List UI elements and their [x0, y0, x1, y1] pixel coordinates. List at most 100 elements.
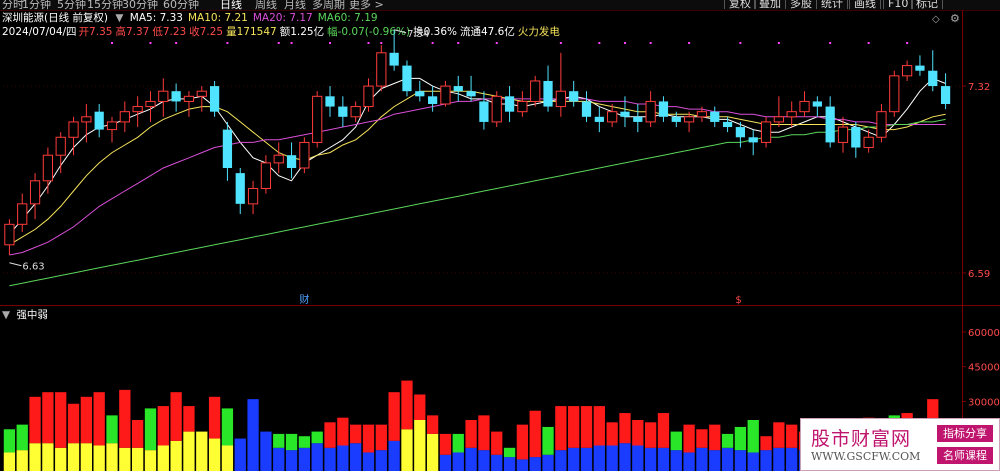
candle — [812, 96, 822, 117]
candle-body — [569, 91, 579, 102]
volume-bar-segment — [29, 443, 41, 471]
volume-bar-segment — [426, 433, 439, 471]
volume-bar-segment — [709, 424, 721, 451]
candle-body — [247, 187, 259, 205]
candle-body — [837, 126, 849, 143]
volume-bar-segment — [311, 431, 323, 444]
volume-bar-segment — [324, 422, 336, 448]
candle — [145, 91, 156, 122]
candle-body — [158, 90, 169, 102]
toolbar-button[interactable]: 标记 — [911, 0, 943, 9]
volume-bar-segment — [157, 445, 169, 471]
volume-bar-segment — [401, 380, 413, 430]
candle — [760, 116, 772, 148]
volume-bar-segment — [414, 420, 426, 471]
candle — [4, 219, 15, 256]
candle-body — [363, 85, 374, 108]
volume-bar-segment — [516, 459, 529, 471]
candle-body — [260, 162, 272, 189]
candle-body — [440, 85, 451, 105]
volume-bar-segment — [760, 450, 772, 471]
volume-bar-segment — [350, 424, 362, 444]
volume-bar-segment — [298, 436, 311, 448]
candle-body — [312, 95, 323, 143]
candle-body — [235, 173, 245, 204]
candle-body — [645, 100, 656, 123]
candle — [901, 60, 913, 81]
volume-bar-segment — [568, 406, 580, 448]
candle — [222, 121, 233, 181]
volume-bar-segment — [16, 450, 28, 471]
volume-bar-segment — [350, 443, 362, 471]
candle-body — [68, 121, 79, 138]
candle — [594, 106, 604, 133]
candle — [569, 80, 579, 107]
candle — [158, 78, 169, 117]
volume-bar-segment — [362, 452, 375, 471]
volume-bar-segment — [632, 420, 644, 446]
volume-bar-segment — [580, 406, 593, 448]
toolbar-button[interactable]: F10 — [883, 0, 914, 9]
volume-bar-segment — [208, 438, 221, 471]
volume-bar-segment — [542, 426, 554, 455]
candle — [710, 106, 720, 128]
volume-bar-segment — [311, 443, 323, 471]
volume-bar-segment — [721, 447, 734, 471]
volume-bar-segment — [721, 433, 734, 448]
volume-bar-segment — [106, 443, 118, 471]
candle-body — [196, 90, 207, 97]
candle-body — [889, 75, 900, 113]
volume-bar-segment — [55, 392, 67, 448]
volume-bar-segment — [593, 406, 605, 446]
candle — [286, 142, 297, 179]
signal-marker — [431, 42, 434, 44]
candle-body — [517, 100, 528, 113]
candle-body — [581, 101, 592, 117]
toolbar-button[interactable]: 统计 — [816, 0, 848, 9]
candle-body — [209, 86, 220, 112]
candle-body — [696, 111, 708, 118]
volume-bar-segment — [555, 406, 567, 451]
volume-bar-segment — [503, 447, 516, 458]
volume-bar-segment — [734, 450, 747, 471]
volume-bar-segment — [3, 429, 16, 453]
volume-bar-segment — [747, 452, 759, 471]
toolbar-button[interactable]: 画线 — [849, 0, 881, 9]
toolbar-button[interactable]: 复权 — [724, 0, 756, 9]
toolbar-button[interactable]: 多股 — [785, 0, 817, 9]
candle-body — [338, 106, 348, 117]
gear-icon[interactable]: ⚙ — [950, 12, 960, 25]
volume-bar-segment — [55, 447, 67, 471]
candle — [29, 173, 41, 220]
candle — [543, 65, 553, 112]
signal-marker — [649, 42, 652, 44]
candle — [68, 116, 79, 156]
candle-body — [940, 86, 951, 104]
candle — [658, 96, 669, 122]
volume-bar-segment — [42, 392, 54, 444]
volume-bar-segment — [16, 424, 28, 451]
volume-bar-segment — [93, 445, 105, 471]
candle-body — [389, 52, 399, 66]
volume-bar-segment — [644, 422, 657, 448]
signal-marker — [380, 42, 383, 44]
volume-bar-segment — [29, 396, 41, 444]
toolbar-button[interactable]: 叠加 — [754, 0, 786, 9]
indicator-title: 强中弱 — [16, 309, 48, 321]
annotation-arrow — [9, 262, 22, 267]
candle-body — [222, 129, 233, 168]
watermark-url: WWW.GSCFW.COM — [811, 450, 921, 463]
candle-body — [928, 70, 938, 87]
signal-marker — [149, 42, 152, 44]
candle — [325, 86, 335, 117]
chevron-down-icon[interactable]: ▼ — [2, 309, 10, 321]
candle — [363, 78, 374, 112]
diamond-icon[interactable]: ◇ — [932, 13, 940, 26]
volume-bar-segment — [529, 457, 541, 471]
volume-bar-segment — [132, 447, 144, 471]
candle — [81, 104, 92, 143]
candle — [581, 91, 592, 122]
watermark-badge-indicator: 指标分享 — [937, 425, 993, 442]
candle-body — [658, 101, 669, 117]
volume-bar-segment — [657, 447, 670, 471]
